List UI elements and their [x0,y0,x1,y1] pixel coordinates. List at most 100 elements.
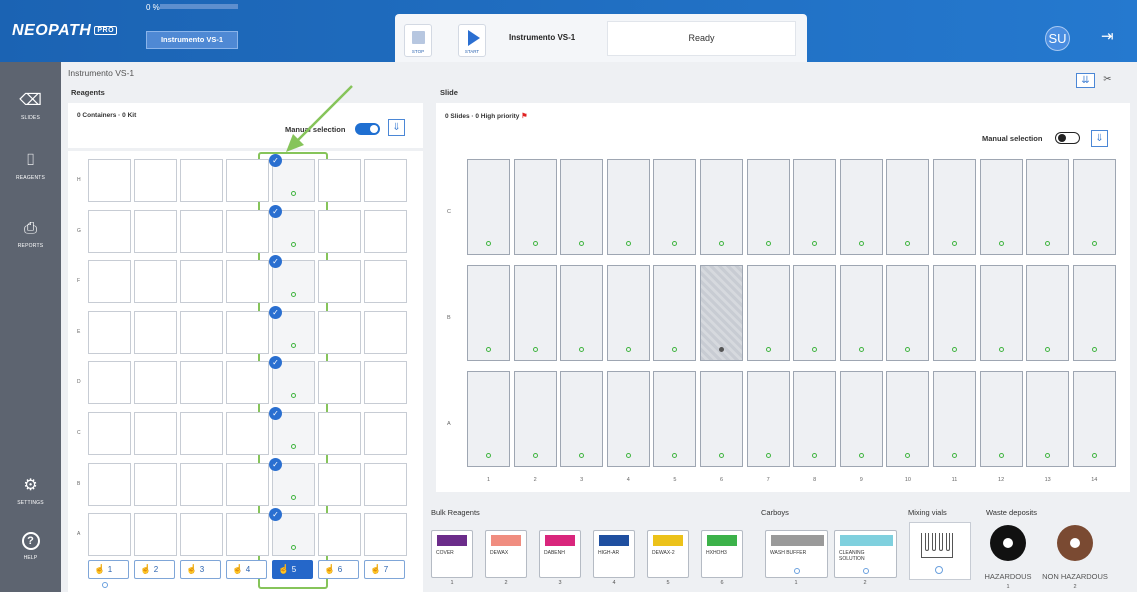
sidebar-item-reports[interactable]: ⎙ REPORTS [0,220,61,249]
reagent-cell[interactable] [88,412,131,455]
reagent-cell[interactable] [226,412,269,455]
reagent-cell[interactable] [180,462,223,506]
reagent-cell[interactable] [364,209,407,253]
reagent-cell[interactable] [226,361,269,405]
bulk-reagent-container[interactable]: DEWAX-2 [647,530,689,578]
reagent-cell[interactable] [318,209,361,253]
reagent-cell[interactable] [88,310,131,354]
slide-slot[interactable] [513,159,557,255]
reagent-cell[interactable] [180,361,223,405]
slide-slot[interactable] [700,371,743,467]
start-button[interactable]: START [458,24,486,57]
slide-slot[interactable] [979,371,1023,467]
reagent-cell[interactable] [180,310,223,354]
reagent-cell[interactable] [318,260,361,304]
reagent-cell[interactable] [318,159,361,202]
slide-slot[interactable] [653,265,697,361]
bulk-reagent-container[interactable]: DEWAX [485,530,527,578]
reagent-cell[interactable] [226,260,269,304]
slide-slot[interactable] [467,159,510,255]
reagents-manual-toggle[interactable] [355,123,380,135]
slide-slot[interactable] [700,265,743,361]
reagent-cell[interactable] [364,412,407,455]
reagent-cell[interactable] [364,513,407,557]
reagent-cell[interactable] [88,209,131,253]
slide-slot[interactable] [746,159,790,255]
rack-button[interactable]: ☝ 1 [88,560,129,579]
reagent-cell[interactable] [318,513,361,557]
slide-slot[interactable] [513,371,557,467]
waste-deposit[interactable] [990,525,1026,561]
slide-slot[interactable] [467,371,510,467]
reagent-cell[interactable] [134,260,177,304]
reagent-cell[interactable] [318,462,361,506]
reagent-cell[interactable] [134,462,177,506]
slide-slot[interactable] [1026,265,1070,361]
slide-slot[interactable] [793,265,837,361]
reagents-download-icon[interactable]: ⇓ [388,119,405,136]
reagent-cell[interactable] [364,260,407,304]
rack-button[interactable]: ☝ 3 [180,560,221,579]
reagent-cell[interactable] [180,412,223,455]
carboy-container[interactable]: WASH BUFFER [765,530,828,578]
reagent-cell[interactable] [88,260,131,304]
reagent-cell[interactable] [226,159,269,202]
slide-slot[interactable] [606,371,650,467]
slide-slot[interactable] [1072,159,1116,255]
slide-slot[interactable] [1026,371,1070,467]
reagent-cell[interactable] [88,361,131,405]
instrument-button[interactable]: Instrumento VS-1 [146,31,238,49]
reagent-cell[interactable] [180,159,223,202]
slide-slot[interactable] [560,371,604,467]
reagent-cell[interactable] [134,310,177,354]
reagent-cell[interactable] [226,462,269,506]
slide-slot[interactable] [886,371,930,467]
slide-slot[interactable] [653,371,697,467]
bulk-reagent-container[interactable]: DABENH [539,530,581,578]
tools-icon[interactable]: ✂ [1098,73,1117,88]
reagent-cell[interactable] [318,361,361,405]
slide-slot[interactable] [839,371,883,467]
slide-slot[interactable] [886,159,930,255]
reagent-cell[interactable] [134,209,177,253]
reagent-cell[interactable] [226,310,269,354]
reagent-cell[interactable] [364,361,407,405]
reagent-cell[interactable] [364,159,407,202]
mixing-vials[interactable] [909,522,971,580]
reagent-cell[interactable] [134,361,177,405]
reagent-cell[interactable] [134,513,177,557]
reagent-cell[interactable] [180,260,223,304]
reagent-cell[interactable] [134,412,177,455]
reagent-cell[interactable] [318,310,361,354]
slide-slot[interactable] [933,371,976,467]
bulk-reagent-container[interactable]: HXHOH3 [701,530,743,578]
slide-slot[interactable] [513,265,557,361]
slide-slot[interactable] [839,265,883,361]
reagent-cell[interactable] [88,462,131,506]
carboy-container[interactable]: CLEANING SOLUTION [834,530,897,578]
slide-slot[interactable] [560,265,604,361]
slide-slot[interactable] [839,159,883,255]
slide-slot[interactable] [793,159,837,255]
slide-slot[interactable] [653,159,697,255]
rack-button[interactable]: ☝ 4 [226,560,267,579]
slide-slot[interactable] [1026,159,1070,255]
reagent-cell[interactable] [318,412,361,455]
slide-manual-toggle[interactable] [1055,132,1080,144]
slide-slot[interactable] [793,371,837,467]
reagent-cell[interactable] [364,310,407,354]
waste-deposit[interactable] [1057,525,1093,561]
sidebar-item-reagents[interactable]: ⌷ REAGENTS [0,152,61,181]
rack-button[interactable]: ☝ 5 [272,560,313,579]
reagent-cell[interactable] [134,159,177,202]
sidebar-item-settings[interactable]: ⚙ SETTINGS [0,477,61,506]
sidebar-item-slides[interactable]: ⌫ SLIDES [0,92,61,121]
rack-button[interactable]: ☝ 2 [134,560,175,579]
slide-slot[interactable] [560,159,604,255]
slide-slot[interactable] [1072,265,1116,361]
stop-button[interactable]: STOP [404,24,432,57]
rack-button[interactable]: ☝ 7 [364,560,405,579]
slide-slot[interactable] [933,265,976,361]
slide-download-icon[interactable]: ⇓ [1091,130,1108,147]
reagent-cell[interactable] [88,513,131,557]
